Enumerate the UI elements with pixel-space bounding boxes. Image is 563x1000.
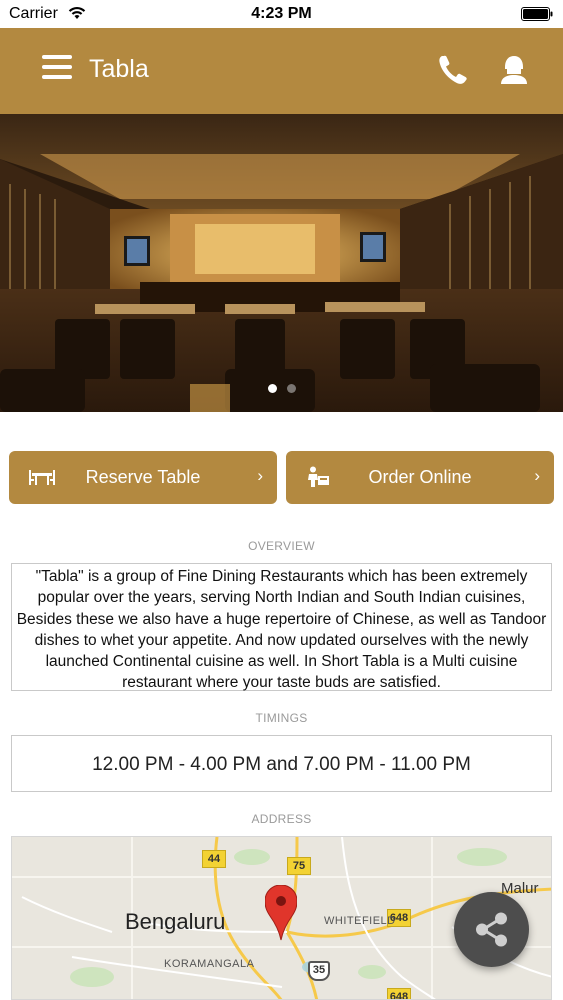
battery-icon [521, 7, 553, 21]
order-online-label: Order Online [368, 467, 472, 487]
highway-badge: 35 [308, 961, 330, 981]
chevron-right-icon: › [257, 466, 263, 485]
road-badge: 75 [287, 857, 311, 875]
carousel-dot-active[interactable] [267, 384, 277, 393]
address-heading: ADDRESS [251, 812, 312, 826]
restaurant-interior-image [0, 114, 563, 412]
phone-icon[interactable] [436, 53, 470, 87]
overview-card: "Tabla" is a group of Fine Dining Restau… [11, 563, 552, 691]
wifi-icon [68, 7, 86, 19]
profile-icon[interactable] [498, 53, 530, 87]
overview-heading: OVERVIEW [248, 539, 315, 553]
map-pin-icon[interactable] [265, 885, 297, 941]
order-online-button[interactable]: Order Online › [286, 451, 554, 504]
chevron-right-icon: › [534, 466, 540, 485]
share-button[interactable] [454, 892, 529, 967]
carrier-label: Carrier [9, 5, 58, 22]
reserve-table-label: Reserve Table [85, 467, 201, 487]
hamburger-menu-icon[interactable] [42, 55, 72, 83]
app-header: Tabla [0, 28, 563, 114]
map-area-label: WHITEFIELD [324, 915, 396, 927]
status-bar: Carrier 4:23 PM [0, 0, 563, 28]
share-icon [476, 912, 507, 947]
carousel-dot[interactable] [286, 384, 296, 393]
timings-card: 12.00 PM - 4.00 PM and 7.00 PM - 11.00 P… [11, 735, 552, 792]
road-badge: 44 [202, 850, 226, 868]
page-title: Tabla [89, 55, 149, 83]
road-badge: 648 [387, 988, 411, 999]
timings-heading: TIMINGS [255, 711, 308, 725]
map-city-label: Bengaluru [125, 909, 226, 934]
reserve-table-button[interactable]: Reserve Table › [9, 451, 277, 504]
hero-carousel[interactable] [0, 114, 563, 412]
overview-text: "Tabla" is a group of Fine Dining Restau… [16, 568, 547, 692]
map-area-label: KORAMANGALA [164, 958, 255, 970]
carousel-dots[interactable] [0, 380, 563, 398]
timings-text: 12.00 PM - 4.00 PM and 7.00 PM - 11.00 P… [92, 754, 471, 775]
